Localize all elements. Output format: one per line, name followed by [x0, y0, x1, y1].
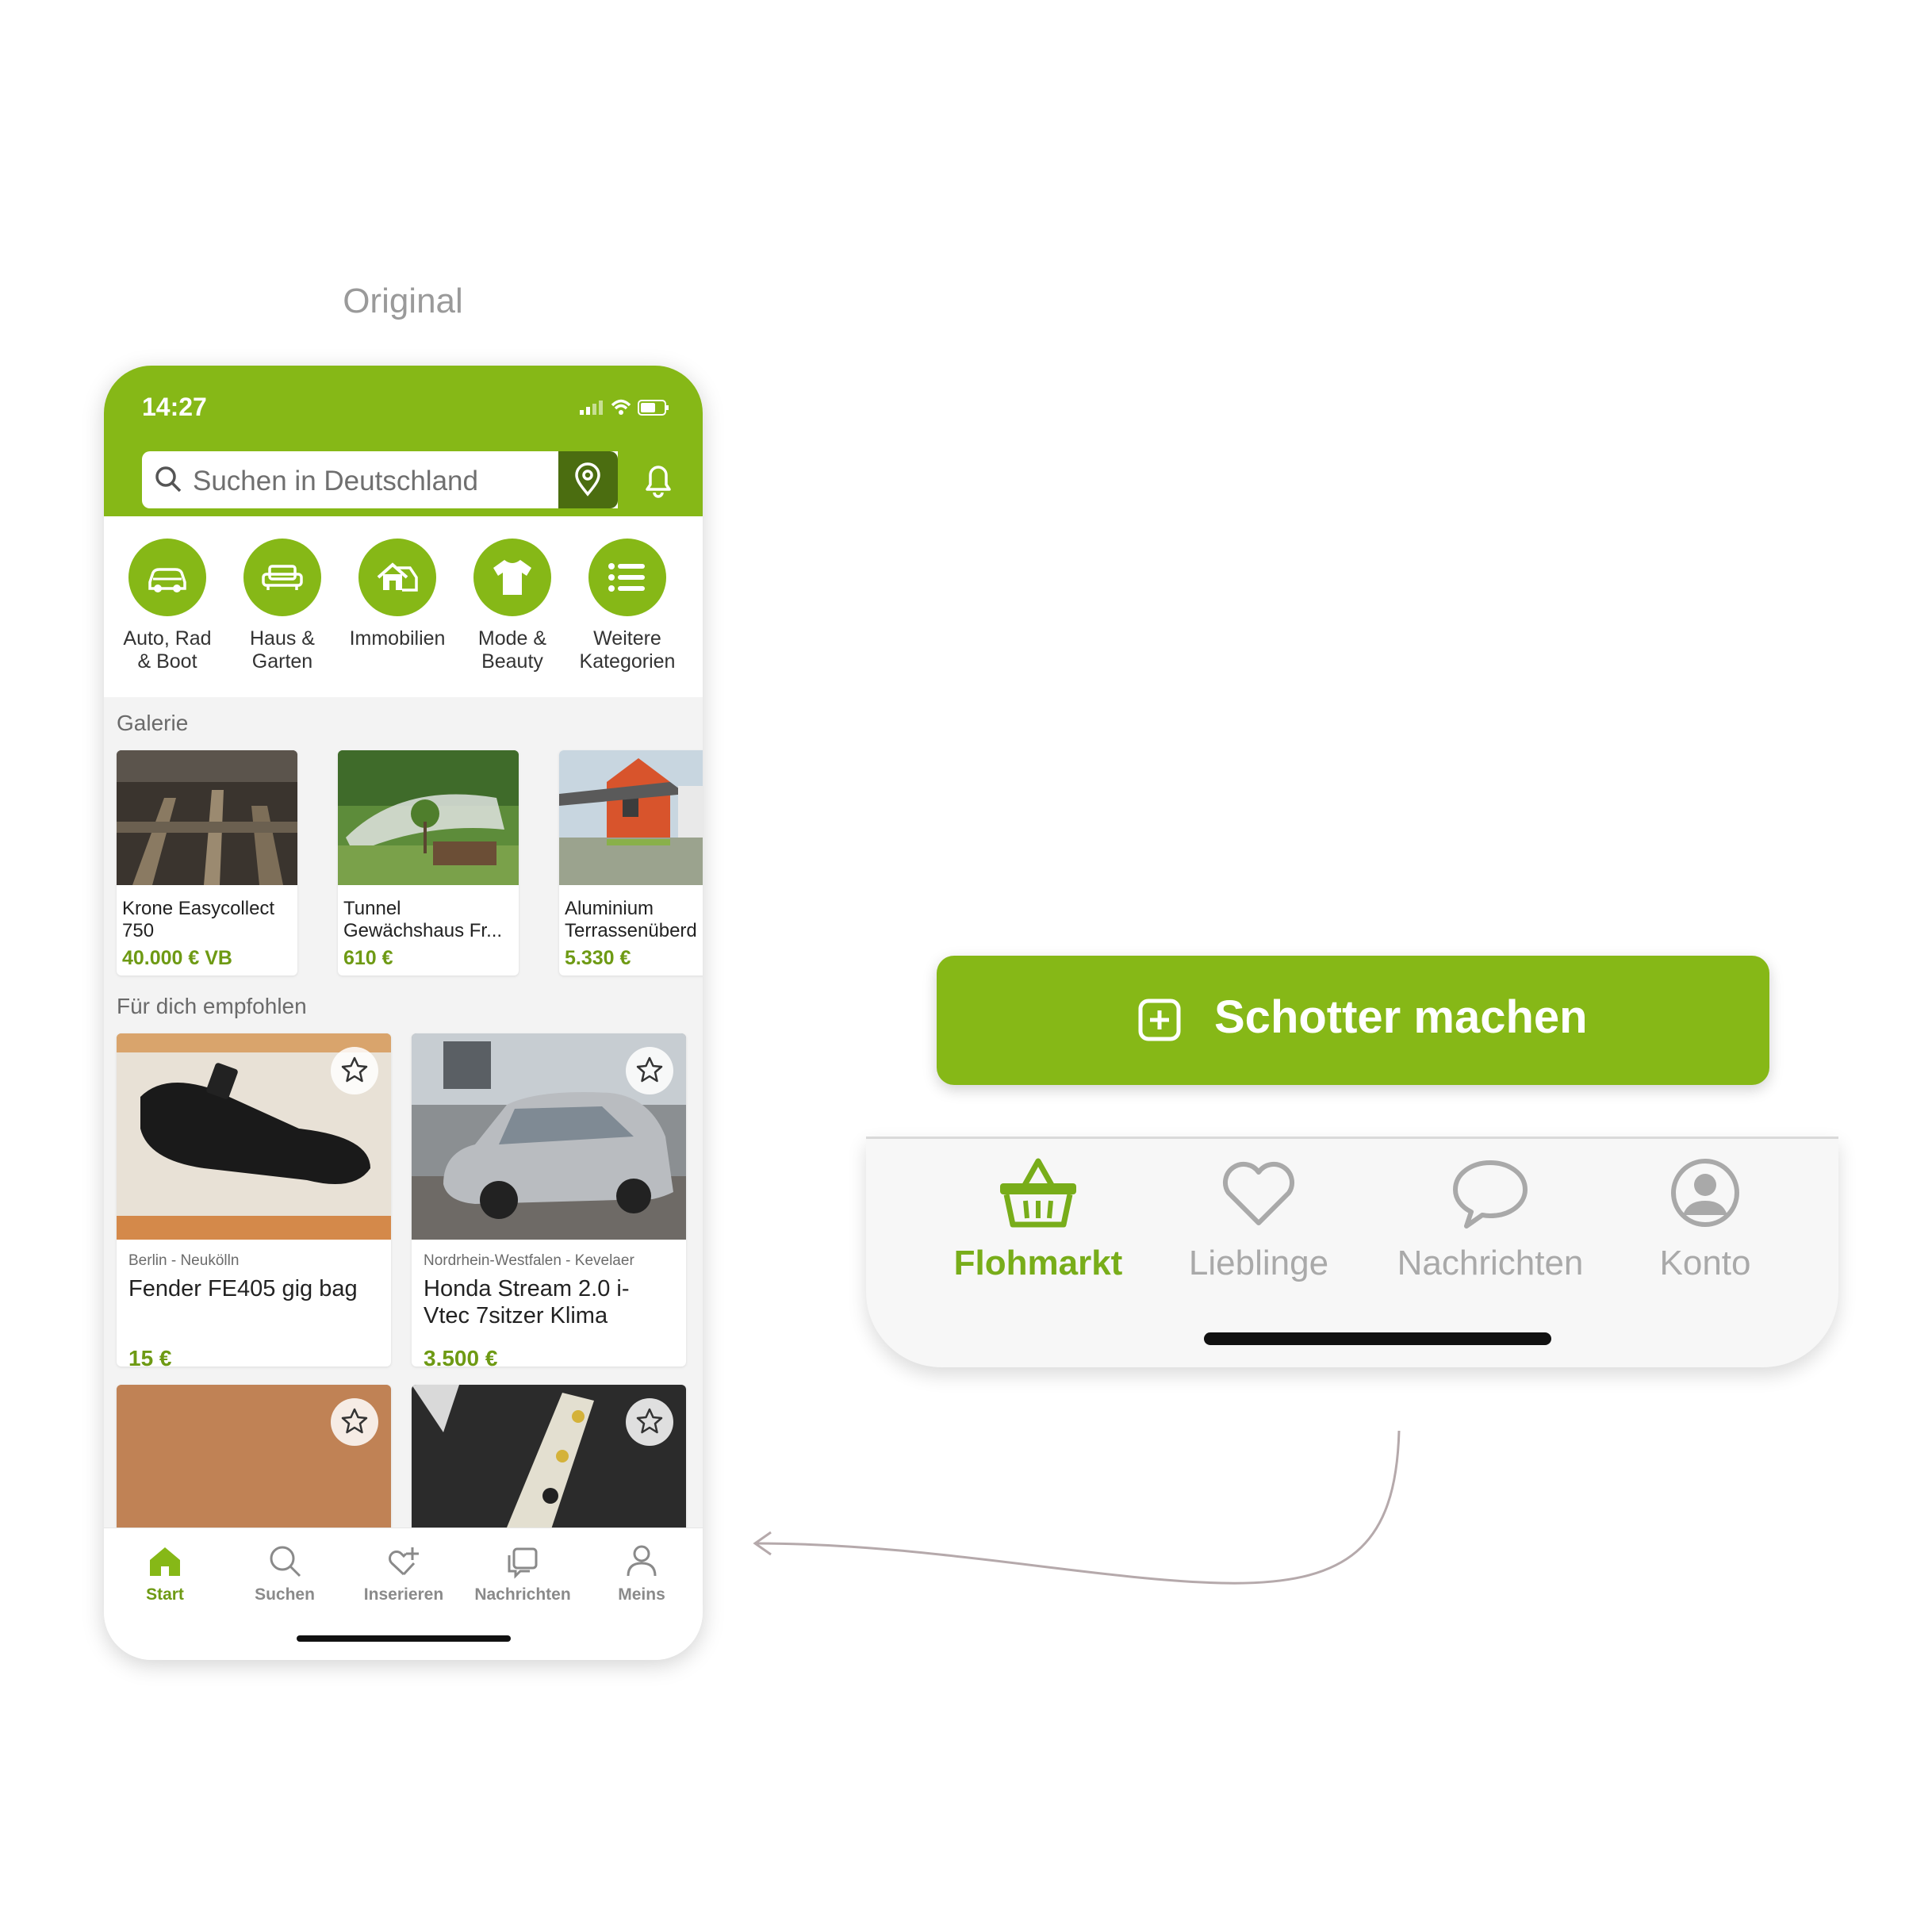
- status-icons: [580, 399, 669, 416]
- tab-lieblinge[interactable]: Lieblinge: [1156, 1155, 1362, 1283]
- cta-label: Schotter machen: [1214, 991, 1588, 1043]
- star-icon: [341, 1056, 368, 1083]
- tab-nachrichten-redesign[interactable]: Nachrichten: [1387, 1155, 1593, 1283]
- gallery-title: Galerie: [117, 711, 189, 735]
- listing-location: Berlin - Neukölln: [128, 1252, 240, 1269]
- recommended-card[interactable]: [412, 1385, 686, 1543]
- tab-label: Nachrichten: [1397, 1244, 1584, 1282]
- category-mode-beauty[interactable]: Mode & Beauty: [457, 539, 568, 673]
- tab-label: Inserieren: [363, 1585, 444, 1604]
- tab-inserieren[interactable]: Inserieren: [344, 1543, 463, 1604]
- star-icon: [636, 1408, 663, 1434]
- listing-image: [559, 750, 703, 885]
- category-label: Mode & Beauty: [477, 627, 547, 673]
- gallery-card[interactable]: Tunnel Gewächshaus Fr... 610 €: [338, 750, 519, 976]
- shirt-icon: [493, 560, 531, 595]
- listing-image: [338, 750, 519, 885]
- listing-price: 40.000 € VB: [122, 947, 232, 969]
- heart-icon: [1223, 1161, 1294, 1225]
- status-time: 14:27: [142, 393, 207, 421]
- listing-title: Krone Easycollect 750: [122, 898, 275, 941]
- sofa-icon: [262, 565, 303, 590]
- tab-label: Lieblinge: [1188, 1244, 1329, 1282]
- star-icon: [341, 1408, 368, 1434]
- listing-location: Nordrhein-Westfalen - Kevelaer: [424, 1252, 634, 1269]
- gallery-card[interactable]: Aluminium Terrassenüberd 5.330 €: [559, 750, 703, 976]
- category-haus-garten[interactable]: Haus & Garten: [227, 539, 338, 673]
- home-indicator: [297, 1635, 511, 1642]
- search-icon: [270, 1546, 301, 1577]
- person-icon: [627, 1545, 657, 1577]
- basket-icon: [1000, 1158, 1076, 1228]
- listing-title: Fender FE405 gig bag: [128, 1276, 358, 1301]
- category-label: Haus & Garten: [250, 627, 315, 673]
- phone-screen: 14:27 Suchen in Deutschland Auto, Rad & …: [104, 366, 703, 1660]
- home-icon: [150, 1547, 180, 1576]
- house-icon: [377, 562, 418, 592]
- category-auto[interactable]: Auto, Rad & Boot: [112, 539, 223, 673]
- tab-label: Meins: [618, 1585, 665, 1604]
- tab-label: Konto: [1659, 1244, 1751, 1282]
- recommended-card[interactable]: Berlin - Neukölln Fender FE405 gig bag 1…: [117, 1033, 391, 1367]
- favorite-button[interactable]: [626, 1047, 673, 1094]
- listing-image: [117, 750, 297, 885]
- tab-konto[interactable]: Konto: [1602, 1155, 1808, 1283]
- location-pin-icon: [575, 462, 600, 496]
- original-caption: Original: [343, 282, 463, 320]
- tab-start[interactable]: Start: [105, 1543, 224, 1604]
- category-immobilien[interactable]: Immobilien: [342, 539, 453, 650]
- category-label: Auto, Rad & Boot: [123, 627, 212, 673]
- category-strip: Auto, Rad & Boot Haus & Garten Immobilie…: [104, 516, 703, 697]
- favorite-button[interactable]: [626, 1398, 673, 1446]
- schotter-machen-button[interactable]: Schotter machen: [937, 956, 1769, 1085]
- tab-meins[interactable]: Meins: [582, 1543, 701, 1604]
- listing-title: Aluminium Terrassenüberd: [565, 898, 697, 941]
- gallery-card[interactable]: Krone Easycollect 750 40.000 € VB: [117, 750, 297, 976]
- category-label: Weitere Kategorien: [579, 627, 676, 673]
- tab-nachrichten[interactable]: Nachrichten: [463, 1543, 582, 1604]
- tab-suchen[interactable]: Suchen: [225, 1543, 344, 1604]
- plus-square-icon: [1138, 999, 1181, 1041]
- arrow-connector: [753, 1430, 1401, 1585]
- listing-price: 15 €: [128, 1346, 172, 1367]
- home-indicator: [1204, 1332, 1551, 1345]
- car-icon: [148, 568, 186, 592]
- listing-title: Honda Stream 2.0 i- Vtec 7sitzer Klima: [424, 1276, 630, 1328]
- tab-label: Start: [146, 1585, 184, 1604]
- tag-plus-icon: [389, 1547, 419, 1576]
- listing-price: 610 €: [343, 947, 393, 969]
- search-icon: [155, 466, 182, 493]
- account-icon: [1671, 1159, 1739, 1227]
- search-placeholder: Suchen in Deutschland: [193, 466, 478, 496]
- star-icon: [636, 1056, 663, 1083]
- tab-label: Flohmarkt: [953, 1244, 1123, 1282]
- recommended-title: Für dich empfohlen: [117, 994, 307, 1018]
- recommended-card[interactable]: Nordrhein-Westfalen - Kevelaer Honda Str…: [412, 1033, 686, 1367]
- chat-icon: [508, 1547, 538, 1579]
- listing-price: 5.330 €: [565, 947, 631, 969]
- listing-title: Tunnel Gewächshaus Fr...: [343, 898, 503, 941]
- category-weitere[interactable]: Weitere Kategorien: [572, 539, 683, 673]
- category-label: Immobilien: [349, 627, 446, 650]
- tab-flohmarkt[interactable]: Flohmarkt: [935, 1155, 1141, 1283]
- speech-bubble-icon: [1453, 1160, 1528, 1229]
- list-icon: [608, 563, 645, 592]
- favorite-button[interactable]: [331, 1398, 378, 1446]
- tab-label: Suchen: [255, 1585, 315, 1604]
- tab-label: Nachrichten: [474, 1585, 571, 1604]
- location-button[interactable]: [558, 451, 618, 508]
- listing-price: 3.500 €: [424, 1346, 498, 1367]
- favorite-button[interactable]: [331, 1047, 378, 1094]
- bell-icon[interactable]: [641, 461, 676, 499]
- recommended-card[interactable]: [117, 1385, 391, 1543]
- search-input[interactable]: Suchen in Deutschland: [142, 451, 618, 508]
- app-header: 14:27 Suchen in Deutschland: [104, 366, 703, 516]
